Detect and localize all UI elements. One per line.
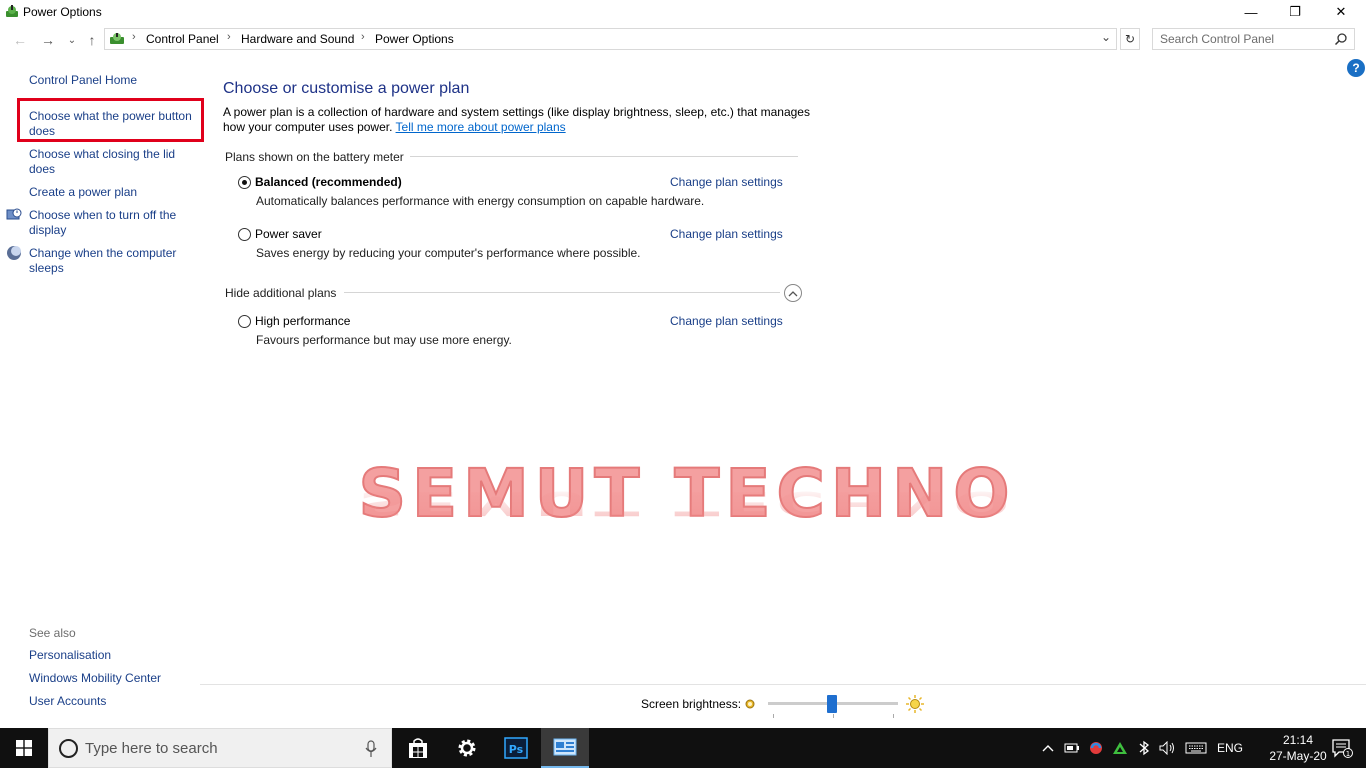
clock[interactable]: 21:14 27-May-20	[1268, 732, 1328, 764]
chevron-up-icon	[1042, 745, 1054, 752]
windows-logo-icon	[16, 740, 32, 756]
learn-more-link[interactable]: Tell me more about power plans	[396, 120, 566, 134]
up-button[interactable]: ↑	[82, 30, 102, 50]
breadcrumb-separator: ›	[227, 31, 231, 43]
power-options-icon	[6, 5, 18, 17]
brightness-slider-thumb[interactable]	[826, 695, 837, 713]
gear-icon	[458, 739, 476, 757]
taskbar: Type here to search Ps ENG 21:14 27-May-…	[0, 728, 1366, 768]
plan-name-balanced[interactable]: Balanced (recommended)	[255, 175, 402, 189]
store-bag-icon	[409, 738, 427, 758]
see-also-personalisation[interactable]: Personalisation	[29, 648, 199, 663]
search-input[interactable]	[1153, 29, 1323, 49]
group-divider	[410, 156, 798, 157]
change-plan-settings-high-performance[interactable]: Change plan settings	[670, 314, 783, 328]
radio-power-saver[interactable]	[238, 228, 251, 241]
hide-additional-plans-header[interactable]: Hide additional plans	[225, 286, 336, 300]
group-divider	[344, 292, 780, 293]
display-clock-icon	[6, 208, 22, 220]
keyboard-icon[interactable]	[1183, 728, 1209, 768]
slider-tick	[833, 714, 834, 718]
clock-time: 21:14	[1282, 733, 1314, 747]
slider-tick	[773, 714, 774, 718]
brightness-low-icon	[745, 699, 755, 709]
sidebar-link-power-button[interactable]: Choose what the power button does	[29, 109, 197, 139]
change-plan-settings-balanced[interactable]: Change plan settings	[670, 175, 783, 189]
see-also-heading: See also	[29, 626, 76, 640]
volume-icon[interactable]	[1157, 728, 1179, 768]
breadcrumb-power-options[interactable]: Power Options	[375, 32, 454, 46]
svg-text:Ps: Ps	[509, 743, 524, 756]
radio-high-performance[interactable]	[238, 315, 251, 328]
clock-date: 27-May-20	[1269, 749, 1327, 763]
page-description: A power plan is a collection of hardware…	[223, 105, 813, 135]
sidebar-link-closing-lid[interactable]: Choose what closing the lid does	[29, 147, 189, 177]
sidebar-link-create-plan[interactable]: Create a power plan	[29, 185, 199, 200]
help-button[interactable]: ?	[1347, 59, 1365, 77]
breadcrumb-hardware-and-sound[interactable]: Hardware and Sound	[241, 32, 354, 46]
radio-balanced[interactable]	[238, 176, 251, 189]
address-dropdown-icon[interactable]: ⌄	[1101, 30, 1111, 44]
title-bar: Power Options — ❐ ✕	[0, 0, 1366, 24]
taskbar-settings-app[interactable]	[443, 728, 491, 768]
battery-tray-icon[interactable]	[1062, 728, 1082, 768]
start-button[interactable]	[0, 728, 48, 768]
taskbar-search-placeholder: Type here to search	[85, 740, 218, 757]
taskbar-photoshop-app[interactable]: Ps	[492, 728, 540, 768]
sidebar-link-computer-sleeps[interactable]: Change when the computer sleeps	[29, 246, 189, 276]
language-indicator[interactable]: ENG	[1213, 728, 1247, 768]
slider-tick	[893, 714, 894, 718]
address-bar[interactable]: › Control Panel › Hardware and Sound › P…	[104, 28, 1117, 50]
bluetooth-tray-icon[interactable]	[1134, 728, 1154, 768]
brightness-label: Screen brightness:	[641, 697, 742, 711]
brightness-high-icon	[906, 695, 924, 713]
sidebar-link-turn-off-display[interactable]: Choose when to turn off the display	[29, 208, 189, 238]
green-triangle-tray-icon[interactable]	[1110, 728, 1130, 768]
see-also-mobility-center[interactable]: Windows Mobility Center	[29, 671, 199, 686]
plan-name-high-performance[interactable]: High performance	[255, 314, 350, 328]
control-panel-window-icon	[553, 738, 577, 756]
watermark-reflection: SEMUT TECHNO	[359, 484, 1016, 522]
refresh-button[interactable]: ↻	[1120, 28, 1140, 50]
notification-icon: 1	[1332, 739, 1353, 758]
plan-name-power-saver[interactable]: Power saver	[255, 227, 322, 241]
notification-count: 1	[1346, 750, 1350, 758]
battery-meter-group-header: Plans shown on the battery meter	[225, 150, 404, 164]
minimize-button[interactable]: —	[1228, 0, 1274, 24]
forward-button[interactable]: →	[38, 30, 58, 50]
sidebar-link-control-panel-home[interactable]: Control Panel Home	[29, 73, 199, 88]
taskbar-control-panel-app[interactable]	[541, 728, 589, 768]
search-icon[interactable]	[1334, 32, 1348, 46]
see-also-user-accounts[interactable]: User Accounts	[29, 694, 199, 709]
breadcrumb-separator: ›	[361, 31, 365, 43]
collapse-chevron-icon[interactable]	[784, 284, 802, 302]
window-title: Power Options	[23, 5, 102, 19]
change-plan-settings-power-saver[interactable]: Change plan settings	[670, 227, 783, 241]
recent-locations-button[interactable]: ⌄	[62, 30, 82, 50]
plan-desc-power-saver: Saves energy by reducing your computer's…	[256, 246, 641, 260]
taskbar-search-box[interactable]: Type here to search	[48, 728, 392, 768]
page-title: Choose or customise a power plan	[223, 80, 470, 97]
breadcrumb-control-panel[interactable]: Control Panel	[146, 32, 219, 46]
watermark-logo: SEMUT TECHNO SEMUT TECHNO	[357, 458, 1016, 533]
bottom-separator	[200, 684, 1366, 685]
action-center-button[interactable]: 1	[1322, 728, 1362, 768]
sleep-moon-icon	[7, 246, 21, 260]
search-box[interactable]	[1152, 28, 1355, 50]
app-tray-icon[interactable]	[1086, 728, 1106, 768]
taskbar-store-app[interactable]	[394, 728, 442, 768]
breadcrumb-separator: ›	[132, 31, 136, 43]
back-button[interactable]: ←	[10, 30, 30, 50]
microphone-icon[interactable]	[365, 740, 377, 758]
control-panel-icon	[110, 33, 124, 44]
cortana-icon	[59, 739, 78, 758]
maximize-button[interactable]: ❐	[1272, 0, 1318, 24]
photoshop-icon: Ps	[504, 737, 528, 759]
show-hidden-icons-button[interactable]	[1038, 728, 1058, 768]
plan-desc-balanced: Automatically balances performance with …	[256, 194, 705, 208]
close-button[interactable]: ✕	[1318, 0, 1364, 24]
plan-desc-high-performance: Favours performance but may use more ene…	[256, 333, 512, 347]
